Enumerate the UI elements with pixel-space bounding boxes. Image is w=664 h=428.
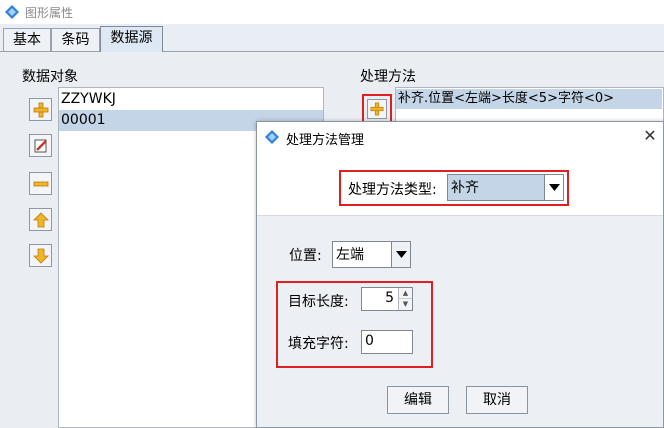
- list-item[interactable]: ZZYWKJ: [59, 89, 323, 110]
- add-processing-button[interactable]: [367, 99, 387, 119]
- dialog-titlebar: 处理方法管理 ✕: [257, 122, 663, 152]
- position-select[interactable]: 左端: [332, 241, 411, 268]
- diamond-app-icon: [265, 130, 279, 144]
- diamond-app-icon: [5, 5, 19, 19]
- method-options-section: 位置: 左端 目标长度: 5 ▲ ▼ 填充字符: 0 编辑 取消: [257, 216, 663, 427]
- tab-data-source[interactable]: 数据源: [100, 26, 163, 52]
- edit-icon: [34, 139, 47, 152]
- stepper-down-icon[interactable]: ▼: [399, 299, 412, 310]
- data-objects-label: 数据对象: [22, 69, 78, 85]
- close-icon[interactable]: ✕: [641, 127, 659, 145]
- method-type-select[interactable]: 补齐: [447, 174, 564, 201]
- add-icon: [370, 102, 384, 116]
- cancel-button[interactable]: 取消: [466, 386, 528, 414]
- position-value: 左端: [336, 247, 364, 263]
- target-length-value: 5: [385, 290, 394, 306]
- tab-basic[interactable]: 基本: [3, 28, 51, 52]
- target-length-stepper[interactable]: 5 ▲ ▼: [361, 287, 413, 311]
- stepper-buttons: ▲ ▼: [398, 288, 412, 310]
- remove-object-button[interactable]: [29, 172, 52, 195]
- fill-char-field[interactable]: 0: [361, 330, 413, 354]
- method-type-section: 处理方法类型: 补齐: [257, 152, 663, 216]
- fill-char-value: 0: [365, 333, 374, 349]
- move-up-button[interactable]: [29, 208, 52, 231]
- fill-char-label: 填充字符:: [288, 336, 349, 352]
- window-title: 图形属性: [25, 6, 74, 20]
- tab-barcode[interactable]: 条码: [51, 28, 100, 52]
- stepper-up-icon[interactable]: ▲: [399, 288, 412, 299]
- method-type-value: 补齐: [451, 180, 479, 196]
- move-down-icon: [32, 248, 49, 264]
- edit-button[interactable]: 编辑: [387, 386, 449, 414]
- move-up-icon: [32, 211, 49, 227]
- position-label: 位置:: [289, 248, 322, 264]
- method-type-label: 处理方法类型:: [348, 182, 437, 198]
- chevron-down-icon[interactable]: [391, 242, 410, 267]
- target-length-label: 目标长度:: [288, 294, 349, 310]
- add-object-button[interactable]: [29, 98, 52, 121]
- dialog-title: 处理方法管理: [286, 133, 365, 148]
- window-titlebar: 图形属性: [0, 0, 664, 24]
- tab-bar: 基本 条码 数据源: [0, 26, 664, 52]
- processing-method-dialog: 处理方法管理 ✕ 处理方法类型: 补齐 位置: 左端 目标长度: 5 ▲ ▼ 填…: [256, 121, 664, 428]
- move-down-button[interactable]: [29, 244, 52, 267]
- processing-label: 处理方法: [360, 69, 416, 85]
- add-processing-highlight: [362, 94, 392, 124]
- chevron-down-icon[interactable]: [544, 175, 563, 200]
- edit-object-button[interactable]: [29, 134, 52, 157]
- remove-icon: [33, 181, 48, 186]
- list-item-selected[interactable]: 补齐.位置<左端>长度<5>字符<0>: [396, 89, 662, 109]
- add-icon: [33, 102, 48, 117]
